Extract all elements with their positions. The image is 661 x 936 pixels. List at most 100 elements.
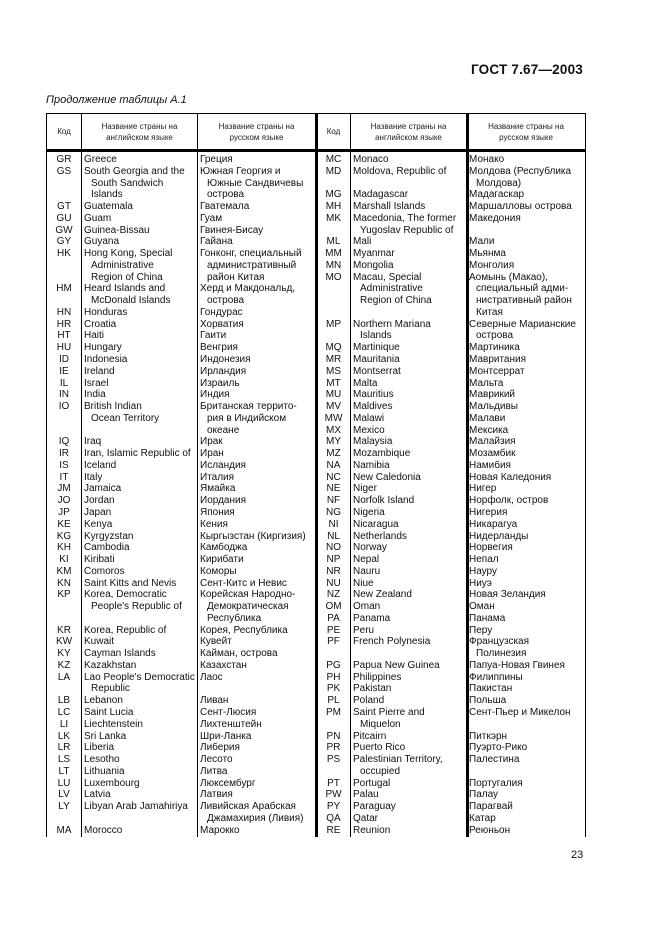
name-line: Marshall Islands (353, 201, 426, 213)
table-row: PY Paraguay Парагвай (317, 801, 583, 813)
header-code-right: Код (326, 127, 341, 136)
name-line: Люксембург (200, 777, 256, 789)
table-row: LY Libyan Arab Jamahiriya Ливийская Арабск… (47, 801, 315, 825)
country-name-russian: Питкэрн (466, 731, 583, 743)
name-line: Греция (200, 154, 233, 165)
country-name-russian: Молдова (Республика Молдова) (466, 166, 583, 190)
name-line: Morocco (84, 824, 123, 836)
country-code: PS (326, 754, 341, 766)
name-line: Южная Георгия и (200, 165, 281, 177)
country-name-russian: Панама (466, 613, 583, 625)
country-name-russian: Греция (197, 154, 315, 166)
country-code: KE (57, 518, 71, 530)
country-name-english: Liberia (81, 742, 197, 754)
country-name-english: Malawi (350, 413, 466, 425)
table-row: MW Malawi Малави (317, 413, 583, 425)
table-row: NE Niger Нигер (317, 483, 583, 495)
country-code: LB (57, 695, 71, 707)
name-line: Reunion (353, 824, 391, 836)
country-name-english: Marshall Islands (350, 201, 466, 213)
country-name-russian: Монголия (466, 260, 583, 272)
country-name-russian: Катар (466, 813, 583, 825)
table-row: MY Malaysia Малайзия (317, 436, 583, 448)
name-line: Гаити (200, 330, 227, 342)
country-name-english: Libyan Arab Jamahiriya (81, 801, 197, 825)
country-name-english: Saint Kitts and Nevis (81, 578, 197, 590)
country-name-russian: Южная Георгия и Южные Сандвичевы острова (197, 166, 315, 201)
table-row: GS South Georgia and the South Sandwich Isl… (47, 166, 315, 201)
name-line: Ирландия (200, 365, 247, 377)
country-name-english: Heard Islands and McDonald Islands (81, 283, 197, 307)
name-line: Кайман, острова (200, 648, 278, 660)
name-line: Мальдивы (469, 401, 518, 413)
table-row: MR Mauritania Мавритания (317, 354, 583, 366)
name-line: Region of China (360, 295, 432, 307)
name-line: Martinique (353, 342, 400, 354)
country-name-english: Italy (81, 472, 197, 484)
country-code: LT (58, 765, 70, 777)
name-line: Нигерия (469, 506, 508, 518)
country-code: JP (58, 506, 70, 518)
country-name-english: Palestinian Territory, occupied (350, 754, 466, 778)
name-line: Israel (84, 377, 109, 389)
country-name-english: French Polynesia (350, 636, 466, 660)
name-line: Macedonia, The former (353, 212, 457, 224)
country-code: LU (57, 777, 71, 789)
country-code: NU (326, 577, 341, 589)
country-name-english: Peru (350, 625, 466, 637)
name-line: Palestinian Territory, (353, 754, 443, 766)
name-line: Nigeria (353, 506, 385, 518)
country-code: MS (326, 365, 341, 377)
name-line: Papua New Guinea (353, 659, 440, 671)
name-line: Кыргызстан (Киргизия) (200, 530, 306, 542)
table-row: ID Indonesia Индонезия (47, 354, 315, 366)
name-line: Херд и Макдональд, (200, 283, 296, 295)
country-name-english: Guyana (81, 236, 197, 248)
country-code: HT (57, 330, 71, 342)
country-name-english: Papua New Guinea (350, 660, 466, 672)
country-name-english: Honduras (81, 307, 197, 319)
country-code: MM (325, 248, 342, 260)
name-line: Лесото (200, 754, 233, 766)
name-line: Lithuania (84, 765, 125, 777)
name-line: Палау (469, 789, 499, 801)
name-line: Hong Kong, Special (84, 248, 173, 260)
table-row: MU Mauritius Маврикий (317, 389, 583, 401)
name-line: Мартиника (469, 342, 520, 354)
country-code: QA (326, 812, 341, 824)
country-name-english: Cayman Islands (81, 648, 197, 660)
table-row: MQ Martinique Мартиника (317, 342, 583, 354)
table-row: MZ Mozambique Мозамбик (317, 448, 583, 460)
country-code: MH (325, 201, 342, 213)
country-name-english: Israel (81, 378, 197, 390)
country-code: NZ (326, 589, 341, 601)
name-line: Ливан (200, 695, 229, 707)
name-line: Heard Islands and (84, 283, 166, 295)
name-line: Французская (469, 636, 530, 648)
name-line: Непал (469, 554, 499, 566)
name-line: Administrative (360, 283, 423, 295)
table-row: JO Jordan Иордания (47, 495, 315, 507)
country-name-russian: Либерия (197, 742, 315, 754)
name-line: New Caledonia (353, 471, 421, 483)
table-row: MV Maldives Мальдивы (317, 401, 583, 413)
name-line: Nauru (353, 565, 381, 577)
table-row: MT Malta Мальта (317, 378, 583, 390)
country-name-english: Hungary (81, 342, 197, 354)
name-line: Япония (200, 506, 235, 518)
country-code: NR (326, 565, 341, 577)
country-name-english: Maldives (350, 401, 466, 413)
country-name-english: Pakistan (350, 683, 466, 695)
name-line: New Zealand (353, 589, 412, 601)
table-row: PF French Polynesia Французская Полинезия (317, 636, 583, 660)
country-name-english: Malta (350, 378, 466, 390)
country-name-russian: Ирак (197, 436, 315, 448)
country-name-english: Pitcairn (350, 731, 466, 743)
country-name-russian: Мавритания (466, 354, 583, 366)
country-code: KP (57, 589, 71, 601)
country-name-english: Nigeria (350, 507, 466, 519)
country-code: JO (57, 495, 71, 507)
name-line: Moldova, Republic of (353, 165, 447, 177)
country-code: LR (57, 742, 71, 754)
country-code: OM (325, 601, 342, 613)
